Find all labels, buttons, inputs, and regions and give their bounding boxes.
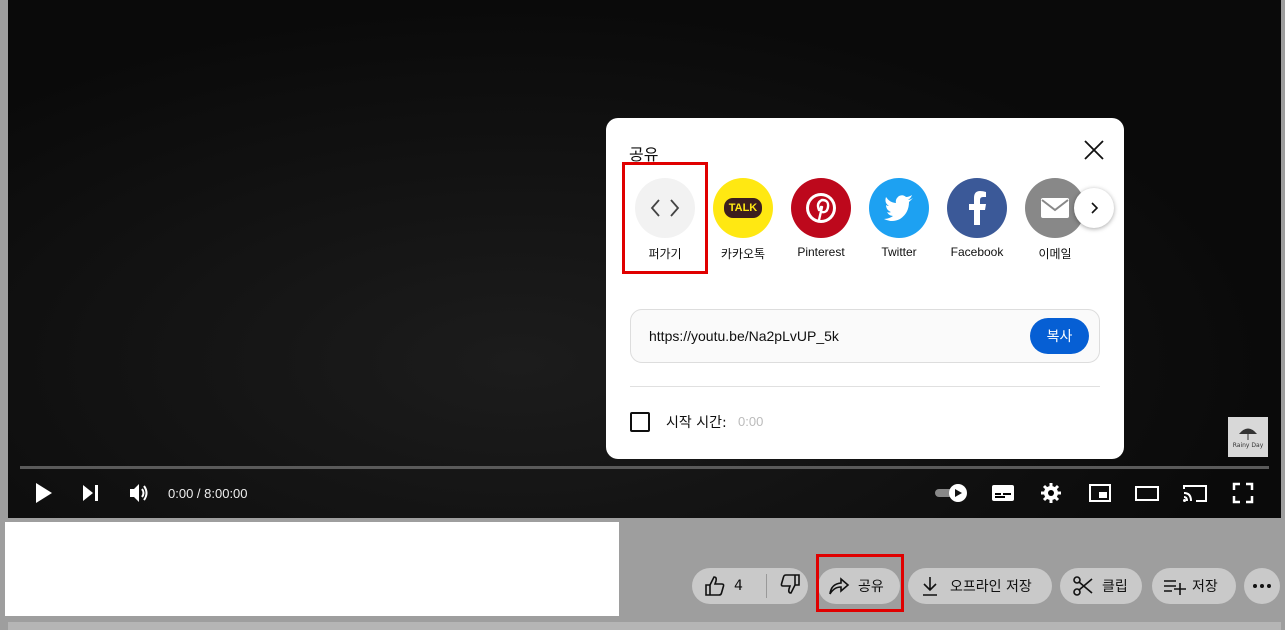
share-target-facebook[interactable]: Facebook [942,178,1012,259]
theater-mode-icon[interactable] [1134,482,1160,504]
save-label: 저장 [1192,579,1218,595]
scroll-next-button[interactable] [1074,188,1114,228]
cast-icon[interactable] [1182,482,1208,504]
share-target-kakaotalk[interactable]: TALK 카카오톡 [708,178,778,262]
pinterest-icon [791,178,851,238]
close-icon[interactable] [1082,138,1106,162]
umbrella-icon [1239,428,1257,440]
kakao-badge: TALK [723,198,763,218]
play-icon[interactable] [34,482,54,504]
kakaotalk-icon: TALK [713,178,773,238]
scissors-icon [1073,576,1093,596]
share-target-pinterest[interactable]: Pinterest [786,178,856,259]
bottom-strip [8,622,1281,630]
share-highlight-box [816,554,904,612]
clip-button[interactable]: 클립 [1060,568,1142,604]
download-label: 오프라인 저장 [950,579,1032,595]
chevron-right-icon [1091,202,1099,214]
embed-highlight-box [622,162,708,274]
copy-button[interactable]: 복사 [1030,318,1089,354]
channel-watermark[interactable]: Rainy Day [1228,417,1268,457]
progress-bar[interactable] [20,466,1269,469]
save-button[interactable]: 저장 [1152,568,1236,604]
clip-label: 클립 [1102,579,1128,595]
time-display: 0:00 / 8:00:00 [168,486,248,501]
subtitles-icon[interactable] [991,482,1015,504]
miniplayer-icon[interactable] [1088,482,1112,504]
share-url-field[interactable]: https://youtu.be/Na2pLvUP_5k 복사 [630,309,1100,363]
dislike-button[interactable] [767,573,801,599]
start-time-checkbox[interactable] [630,412,650,432]
playlist-add-icon [1164,580,1186,595]
twitter-icon [869,178,929,238]
share-target-label: Twitter [881,245,917,259]
download-icon [923,577,937,596]
more-horizontal-icon [1253,584,1271,588]
thumbs-down-icon [780,574,800,594]
download-button[interactable]: 오프라인 저장 [908,568,1052,604]
share-target-label: Pinterest [797,245,845,259]
more-actions-button[interactable] [1244,568,1280,604]
white-panel [5,522,619,616]
volume-icon[interactable] [128,482,152,504]
watermark-label: Rainy Day [1232,442,1264,449]
share-target-label: 카카오톡 [720,247,766,261]
share-target-label: 이메일 [1038,247,1072,261]
settings-gear-icon[interactable] [1040,482,1062,504]
next-icon[interactable] [82,482,100,504]
start-time-label: 시작 시간: [666,415,727,431]
thumbs-up-icon [705,576,725,596]
divider [630,386,1100,387]
start-time-input[interactable]: 0:00 [738,414,763,429]
share-target-twitter[interactable]: Twitter [864,178,934,259]
autoplay-toggle-icon[interactable] [934,482,970,504]
share-url-text[interactable]: https://youtu.be/Na2pLvUP_5k [649,328,839,344]
fullscreen-icon[interactable] [1232,482,1254,504]
like-count: 4 [734,578,743,594]
share-target-label: Facebook [950,245,1004,259]
facebook-icon [947,178,1007,238]
like-button[interactable]: 4 [692,575,766,597]
like-dislike-group: 4 [692,568,808,604]
